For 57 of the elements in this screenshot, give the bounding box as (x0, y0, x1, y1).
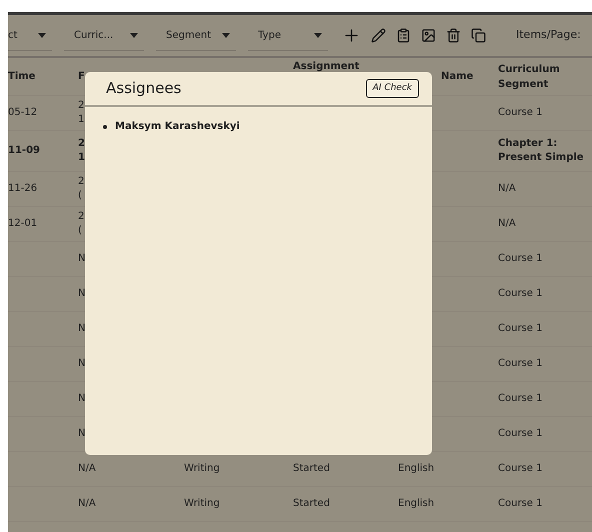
caret-icon (38, 32, 46, 38)
table-cell: Course 1 (498, 357, 542, 371)
table-cell: 05-12 (8, 106, 38, 120)
filter-dropdown[interactable]: Curric... (64, 20, 144, 50)
clipboard-icon[interactable] (396, 28, 411, 43)
table-cell: English (398, 462, 434, 476)
caret-icon (222, 32, 230, 38)
table-cell: 2 1 (78, 137, 85, 165)
table-cell: N/A (78, 462, 96, 476)
table-cell: English (398, 497, 434, 511)
table-cell: 2 ( (78, 210, 84, 238)
table-cell: Course 1 (498, 106, 542, 120)
ai-check-button[interactable]: AI Check (366, 78, 419, 98)
assignee-name: Maksym Karashevskyi (115, 120, 240, 134)
pencil-icon[interactable] (371, 28, 386, 43)
column-header: F (78, 70, 85, 84)
table-cell: Started (293, 462, 330, 476)
table-cell: Course 1 (498, 427, 542, 441)
filter-dropdown[interactable]: Type (248, 20, 328, 50)
filter-dropdown[interactable]: ct (8, 20, 52, 50)
table-cell: Course 1 (498, 392, 542, 406)
column-header: Assignment (293, 60, 360, 74)
table-cell: N (78, 357, 86, 371)
table-cell: N/A (498, 182, 516, 196)
table-cell: Course 1 (498, 497, 542, 511)
copy-icon[interactable] (471, 28, 486, 43)
table-cell: 11-26 (8, 182, 38, 196)
table-cell: 12-01 (8, 217, 38, 231)
table-cell: 11-09 (8, 144, 40, 158)
trash-icon[interactable] (446, 28, 461, 43)
table-cell: 2 ( (78, 175, 84, 203)
table-cell: N (78, 427, 86, 441)
table-cell: N/A (78, 497, 96, 511)
table-cell: Course 1 (498, 462, 542, 476)
table-cell: 2 1 (78, 99, 84, 127)
table-cell: Course 1 (498, 252, 542, 266)
table-cell: Course 1 (498, 287, 542, 301)
image-icon[interactable] (421, 28, 436, 43)
table-cell-text: Chapter 1: Present Simple (498, 137, 585, 165)
table-cell: Started (293, 497, 330, 511)
column-header: Curriculum Segment (498, 62, 561, 92)
table-cell: Course 1 (498, 322, 542, 336)
table-cell: N (78, 392, 86, 406)
table-cell: N (78, 322, 86, 336)
table-cell: Writing (184, 497, 220, 511)
dialog-title: Assignees (106, 78, 182, 100)
table-cell: N (78, 287, 86, 301)
column-header: Name (441, 70, 474, 84)
bullet-icon (103, 124, 107, 128)
caret-icon (314, 32, 322, 38)
items-per-page-label: Items/Page: (516, 27, 581, 44)
table-cell: Writing (184, 462, 220, 476)
table-cell: N/A (498, 217, 516, 231)
filter-dropdown[interactable]: Segment (156, 20, 236, 50)
table-cell: N (78, 252, 86, 266)
caret-icon (130, 32, 138, 38)
column-header: Time (8, 70, 36, 84)
